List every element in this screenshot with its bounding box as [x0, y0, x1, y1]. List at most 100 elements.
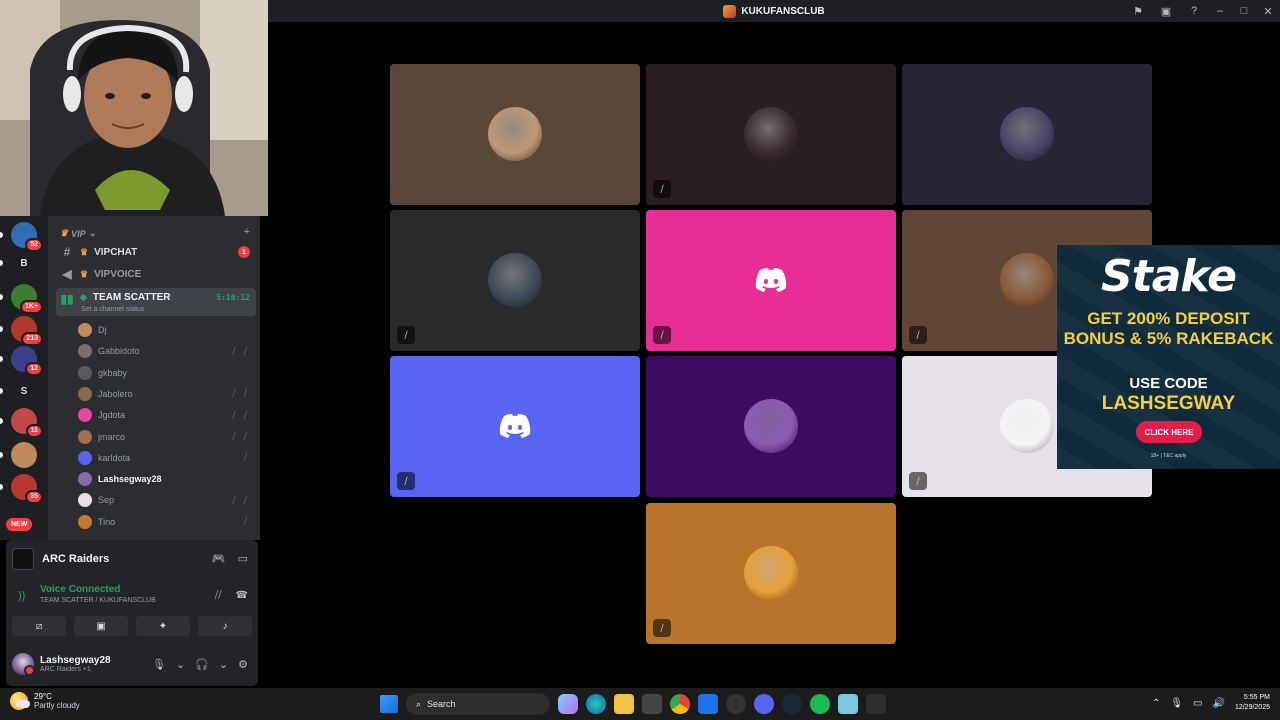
video-tile[interactable]: ⧸ [646, 503, 896, 644]
activities-button[interactable]: ✦ [136, 616, 190, 636]
chevron-down-icon[interactable]: ⌄ [219, 658, 228, 671]
steam-icon[interactable] [782, 694, 802, 714]
server-item[interactable]: 12 [11, 346, 43, 376]
server-item[interactable]: 11 [11, 408, 43, 438]
game-icon [12, 548, 34, 570]
app-icon[interactable] [866, 694, 886, 714]
taskbar: 29°C Partly cloudy ⌕ Search ⌃ 🎙 ▭ 🔊 5:55… [0, 688, 1280, 720]
avatar [78, 450, 92, 465]
inbox-icon[interactable]: ▣ [1152, 0, 1180, 22]
server-item[interactable]: B [11, 250, 37, 276]
notepad-icon[interactable] [838, 694, 858, 714]
disconnect-icon[interactable]: ☎ [236, 590, 248, 601]
video-tile[interactable] [902, 64, 1152, 205]
channel-vipchat[interactable]: # ♛ VIPCHAT 1 [56, 242, 256, 262]
camera-off-button[interactable]: ⧄ [12, 616, 66, 636]
avatar [78, 386, 92, 401]
participant-avatar [744, 399, 798, 453]
server-item[interactable]: 1K+ [11, 284, 43, 314]
volume-icon[interactable]: 🔊 [1213, 698, 1225, 709]
server-item[interactable]: 213 [11, 316, 43, 346]
member-name: Lashsegway28 [98, 474, 162, 485]
video-tile[interactable]: ⧸ [646, 64, 896, 205]
video-tile[interactable]: ⧸ [390, 356, 640, 497]
voice-member[interactable]: Jgdota ⧸ ⧸ [78, 405, 254, 425]
microphone-icon[interactable]: 🎙 [152, 658, 166, 671]
clock-time: 5:55 PM [1243, 694, 1270, 701]
video-tile[interactable] [390, 64, 640, 205]
deafened-icon: ⧸ [909, 472, 927, 490]
activity-game[interactable]: ARC Raiders [12, 548, 109, 570]
sponsor-ad[interactable]: Stake GET 200% DEPOSIT BONUS & 5% RAKEBA… [1057, 245, 1280, 469]
mention-badge: 11 [25, 424, 43, 438]
voice-member[interactable]: Gabbidoto ⧸ ⧸ [78, 341, 254, 361]
user-info[interactable]: Lashsegway28 ARC Raiders +1 [12, 650, 111, 678]
windows-start-icon[interactable] [380, 695, 398, 713]
chevron-down-icon[interactable]: ⌄ [176, 658, 185, 671]
category-vip[interactable]: ♛ VIP ⌄ [60, 228, 96, 239]
channel-status[interactable]: Set a channel status [81, 306, 144, 313]
spotify-icon[interactable] [810, 694, 830, 714]
store-icon[interactable] [642, 694, 662, 714]
channel-team-scatter[interactable]: ▮▮ ◆ TEAM SCATTER 5:10:12 Set a channel … [56, 288, 256, 316]
video-tile[interactable] [646, 356, 896, 497]
server-item[interactable]: 35 [11, 474, 43, 504]
network-icon[interactable]: ▭ [1193, 698, 1202, 709]
mention-badge: 213 [21, 332, 43, 346]
channel-vipvoice[interactable]: ◀ ♛ VIPVOICE [56, 264, 256, 284]
soundboard-button[interactable]: ♪ [198, 616, 252, 636]
voice-member[interactable]: jmarco ⧸ ⧸ [78, 427, 254, 447]
member-name: karldota [98, 452, 131, 463]
voice-member[interactable]: Jabolero ⧸ ⧸ [78, 384, 254, 404]
mail-icon[interactable] [698, 694, 718, 714]
voice-status[interactable]: Voice Connected [40, 584, 156, 595]
system-icon[interactable] [726, 694, 746, 714]
edge-icon[interactable] [586, 694, 606, 714]
avatar [78, 493, 92, 508]
server-icon [723, 4, 737, 18]
voice-member[interactable]: Lashsegway28 [78, 469, 254, 489]
clock[interactable]: 5:55 PM 12/29/2025 [1235, 693, 1270, 713]
gear-icon[interactable]: ⚙ [238, 658, 248, 671]
discord-icon[interactable] [754, 694, 774, 714]
voice-member[interactable]: Tino ⧸ [78, 512, 254, 532]
screen-share-icon[interactable]: ▭ [238, 552, 248, 565]
deafened-icon: ⧸ [909, 326, 927, 344]
maximize-button[interactable]: □ [1232, 0, 1256, 22]
participant-avatar [744, 107, 798, 161]
help-icon[interactable]: ? [1180, 0, 1208, 22]
ad-click-button[interactable]: CLICK HERE [1136, 421, 1202, 443]
voice-channel[interactable]: TEAM SCATTER / KUKUFANSCLUB [40, 597, 156, 604]
server-item[interactable]: S [11, 378, 37, 404]
video-tile[interactable]: ⧸ [646, 210, 896, 351]
minimize-button[interactable]: – [1208, 0, 1232, 22]
folder-icon[interactable] [614, 694, 634, 714]
flag-icon[interactable]: ⚑ [1124, 0, 1152, 22]
unread-pill [0, 260, 3, 266]
category-label: VIP [71, 228, 86, 239]
unread-pill [0, 294, 3, 300]
headphones-icon[interactable]: 🎧 [195, 658, 209, 671]
taskbar-search[interactable]: ⌕ Search [406, 693, 550, 715]
microphone-icon[interactable]: 🎙 [1170, 698, 1183, 709]
server-item[interactable]: 52 [11, 222, 43, 252]
chevron-up-icon[interactable]: ⌃ [1152, 698, 1160, 709]
add-channel-icon[interactable]: + [244, 226, 250, 238]
share-screen-button[interactable]: ▣ [74, 616, 128, 636]
voice-member[interactable]: gkbaby [78, 363, 254, 383]
search-placeholder: Search [427, 699, 456, 709]
voice-member[interactable]: Dj [78, 320, 254, 340]
signal-icon[interactable]: )) [18, 590, 25, 602]
copilot-icon[interactable] [558, 694, 578, 714]
weather-widget[interactable]: 29°C Partly cloudy [10, 692, 80, 710]
deafened-icon: ⧸ [653, 619, 671, 637]
controller-icon[interactable]: 🎮 [212, 552, 226, 565]
new-badge[interactable]: NEW [6, 518, 33, 531]
close-button[interactable]: ✕ [1256, 0, 1280, 22]
video-tile[interactable]: ⧸ [390, 210, 640, 351]
server-item[interactable] [11, 442, 37, 468]
voice-member[interactable]: Sep ⧸ ⧸ [78, 490, 254, 510]
voice-member[interactable]: karldota ⧸ [78, 448, 254, 468]
chrome-icon[interactable] [670, 694, 690, 714]
noise-suppression-icon[interactable]: ⧸⧸ [215, 590, 222, 601]
